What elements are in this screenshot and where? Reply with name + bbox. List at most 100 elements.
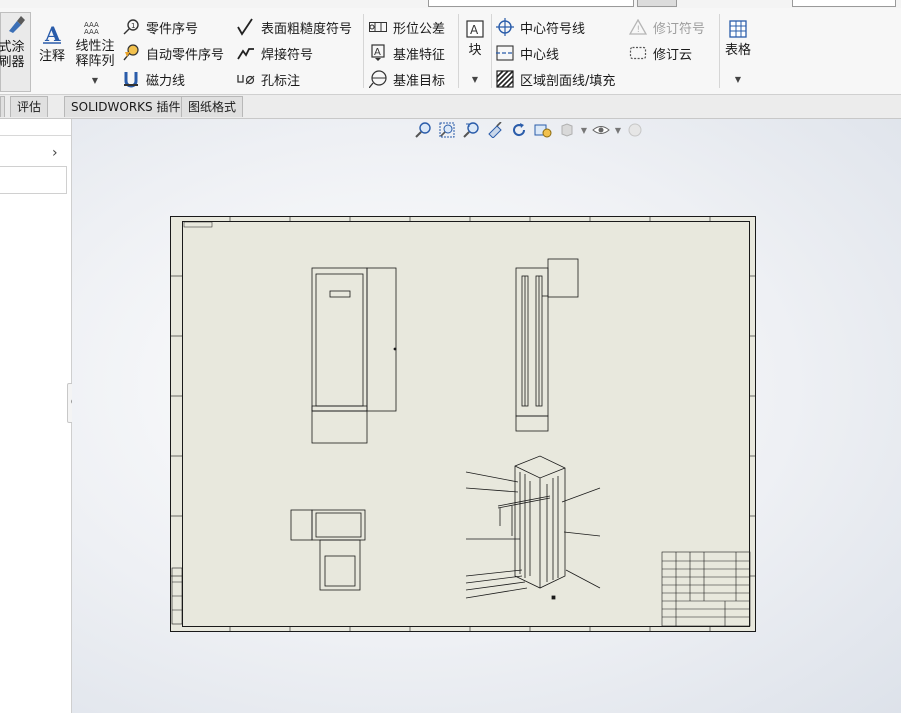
table-icon — [723, 20, 753, 42]
tab-solidworks-addins[interactable]: SOLIDWORKS 插件 — [64, 96, 188, 117]
format-painter-button[interactable]: 式涂 刷器 — [0, 12, 31, 92]
toolbar-fragment-input[interactable] — [637, 0, 677, 7]
chevron-down-icon[interactable]: ▼ — [462, 72, 488, 87]
linear-note-pattern-button[interactable]: AAA AAA 线性注 释阵列 ▼ — [73, 20, 117, 88]
revision-symbol-button[interactable]: ! 修订符号 — [629, 16, 705, 38]
datum-target-label: 基准目标 — [393, 73, 446, 89]
geometric-tolerance-button[interactable]: 形位公差 — [369, 16, 445, 38]
appearance-icon[interactable] — [624, 119, 646, 141]
zoom-to-fit-icon[interactable] — [412, 119, 434, 141]
hatch-icon — [496, 70, 514, 88]
center-mark-button[interactable]: 中心符号线 — [496, 16, 585, 38]
chevron-down-icon[interactable]: ▼ — [73, 73, 117, 88]
centerline-button[interactable]: 中心线 — [496, 42, 559, 64]
chevron-down-icon[interactable]: ▼ — [580, 126, 588, 135]
hole-callout-icon — [237, 70, 255, 88]
revision-symbol-label: 修订符号 — [653, 21, 706, 37]
tab-partial[interactable] — [0, 96, 5, 117]
previous-view-icon[interactable] — [460, 119, 482, 141]
ribbon-separator — [458, 14, 459, 88]
chevron-down-icon[interactable]: ▼ — [614, 126, 622, 135]
window-top-strip — [0, 0, 901, 8]
auto-balloon-icon — [122, 44, 140, 62]
command-manager-tabs: 评估 SOLIDWORKS 插件 图纸格式 — [0, 95, 901, 119]
ribbon-separator — [363, 14, 364, 88]
rotate-view-icon[interactable] — [508, 119, 530, 141]
zoom-to-area-icon[interactable] — [436, 119, 458, 141]
auto-balloon-button[interactable]: 自动零件序号 — [122, 42, 224, 64]
graphics-area[interactable]: ▼ ▼ ◂ — [72, 119, 901, 713]
chevron-down-icon[interactable]: ▼ — [723, 72, 753, 87]
centerline-label: 中心线 — [520, 47, 560, 63]
svg-text:!: ! — [637, 25, 641, 35]
svg-text:1: 1 — [131, 22, 135, 30]
section-view-icon[interactable] — [484, 119, 506, 141]
weld-symbol-button[interactable]: 焊接符号 — [237, 42, 313, 64]
panel-filter-field[interactable] — [0, 166, 67, 194]
balloon-button[interactable]: 1 零件序号 — [122, 16, 198, 38]
block-button[interactable]: A 块 ▼ — [462, 20, 488, 87]
balloon-label: 零件序号 — [146, 21, 199, 37]
weld-icon — [237, 44, 255, 62]
hole-callout-label: 孔标注 — [261, 73, 301, 89]
datum-target-icon — [369, 70, 387, 88]
format-painter-label-2: 刷器 — [0, 55, 25, 70]
display-style-icon[interactable] — [556, 119, 578, 141]
revision-cloud-icon — [629, 44, 647, 62]
heads-up-view-toolbar: ▼ ▼ — [412, 119, 646, 141]
warning-triangle-icon: ! — [629, 18, 647, 36]
magnet-icon — [122, 70, 140, 88]
linear-pattern-label-2: 释阵列 — [75, 54, 115, 69]
center-mark-icon — [496, 18, 514, 36]
block-icon: A — [462, 20, 488, 42]
feature-manager-panel: › — [0, 119, 81, 713]
weld-symbol-label: 焊接符号 — [261, 47, 314, 63]
note-icon: A — [36, 22, 68, 48]
format-painter-label-1: 式涂 — [0, 40, 25, 55]
surface-finish-button[interactable]: 表面粗糙度符号 — [237, 16, 352, 38]
gtol-icon — [369, 18, 387, 36]
tab-sheet-format[interactable]: 图纸格式 — [181, 96, 244, 117]
tables-label: 表格 — [724, 43, 751, 58]
auto-balloon-label: 自动零件序号 — [146, 47, 225, 63]
tab-evaluate[interactable]: 评估 — [10, 96, 49, 117]
panel-divider — [0, 135, 71, 136]
tables-button[interactable]: 表格 ▼ — [723, 20, 753, 87]
ribbon-separator — [719, 14, 720, 88]
revision-cloud-button[interactable]: 修订云 — [629, 42, 692, 64]
hole-callout-button[interactable]: 孔标注 — [237, 68, 300, 90]
chevron-right-icon[interactable]: › — [52, 145, 58, 161]
magnetic-line-label: 磁力线 — [146, 73, 186, 89]
svg-text:A: A — [470, 23, 479, 37]
svg-text:AAA: AAA — [84, 28, 99, 34]
datum-target-button[interactable]: 基准目标 — [369, 68, 445, 90]
area-hatch-button[interactable]: 区域剖面线/填充 — [496, 68, 615, 90]
search-box-fragment[interactable] — [792, 0, 896, 7]
magnetic-line-button[interactable]: 磁力线 — [122, 68, 185, 90]
paintbrush-icon — [1, 13, 30, 39]
centerline-icon — [496, 44, 514, 62]
svg-text:A: A — [44, 24, 61, 44]
datum-feature-label: 基准特征 — [393, 47, 446, 63]
balloon-icon: 1 — [122, 18, 140, 36]
center-mark-label: 中心符号线 — [520, 21, 586, 37]
ribbon: 式涂 刷器 A 注释 AAA AAA 线性注 释阵列 ▼ 1 零件序号 自动零件序… — [0, 8, 901, 95]
view-settings-icon[interactable] — [532, 119, 554, 141]
ribbon-separator — [491, 14, 492, 88]
note-label: 注释 — [38, 49, 65, 64]
surface-finish-icon — [237, 18, 255, 36]
surface-finish-label: 表面粗糙度符号 — [261, 21, 353, 37]
toolbar-fragment-left — [428, 0, 634, 7]
linear-pattern-label-1: 线性注 — [75, 39, 115, 54]
hide-show-items-icon[interactable] — [590, 119, 612, 141]
gtol-label: 形位公差 — [393, 21, 446, 37]
svg-text:A: A — [374, 47, 381, 58]
note-button[interactable]: A 注释 — [36, 22, 68, 64]
datum-feature-button[interactable]: A 基准特征 — [369, 42, 445, 64]
block-label: 块 — [468, 43, 482, 58]
datum-feature-icon: A — [369, 44, 387, 62]
pattern-icon: AAA AAA — [73, 20, 117, 38]
revision-cloud-label: 修订云 — [653, 47, 693, 63]
area-hatch-label: 区域剖面线/填充 — [520, 73, 616, 89]
drawing-sheet[interactable] — [170, 216, 756, 632]
